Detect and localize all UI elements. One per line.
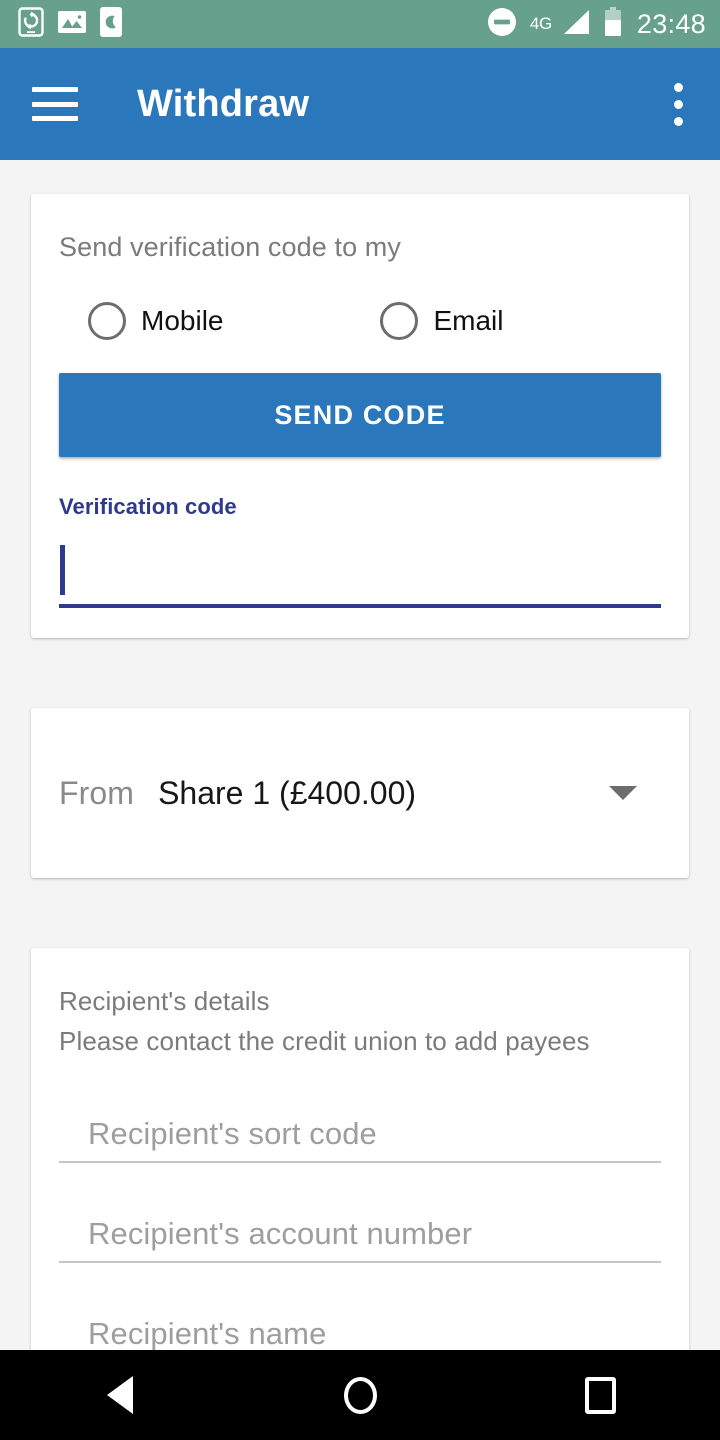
battery-icon — [604, 6, 622, 42]
verification-code-input[interactable] — [59, 536, 661, 608]
status-bar-left-icons — [18, 6, 122, 42]
status-bar-clock: 23:48 — [636, 8, 706, 39]
recipient-details-subtitle: Please contact the credit union to add p… — [59, 1026, 590, 1056]
verification-code-label: Verification code — [59, 494, 237, 519]
radio-label-email: Email — [433, 305, 504, 336]
recipient-account-number-field[interactable]: Recipient's account number — [59, 1216, 661, 1263]
more-vertical-icon[interactable] — [660, 80, 696, 128]
overflow-dot — [673, 116, 683, 126]
image-icon — [58, 10, 86, 39]
radio-label-mobile: Mobile — [141, 305, 224, 336]
send-code-button[interactable]: SEND CODE — [59, 373, 661, 457]
network-type-label: 4G — [529, 13, 552, 33]
radio-option-email[interactable]: Email — [380, 302, 504, 340]
back-triangle-icon — [107, 1376, 133, 1414]
recents-square-icon — [584, 1376, 616, 1414]
status-bar-right-icons: 4G 23:48 — [487, 6, 706, 42]
text-caret — [60, 545, 65, 595]
signal-bars-icon — [561, 8, 591, 41]
app-bar: Withdraw — [0, 48, 720, 160]
recipient-details-title: Recipient's details — [59, 986, 270, 1016]
home-circle-icon — [343, 1376, 377, 1414]
radio-circle-icon — [380, 302, 419, 340]
chevron-down-icon[interactable] — [609, 786, 637, 800]
recipient-account-number-placeholder: Recipient's account number — [88, 1216, 473, 1251]
verification-card: Send verification code to my Mobile Emai… — [31, 194, 689, 638]
recents-button[interactable] — [540, 1350, 660, 1440]
verification-code-field[interactable]: Verification code — [59, 494, 661, 608]
phone-sync-icon — [18, 6, 44, 42]
phone-moon-icon — [100, 6, 122, 42]
from-account-card[interactable]: From Share 1 (£400.00) — [31, 708, 689, 878]
from-label: From — [59, 774, 135, 811]
recipient-sort-code-placeholder: Recipient's sort code — [88, 1116, 377, 1151]
page-title: Withdraw — [137, 82, 310, 125]
verification-method-radio-group: Mobile Email — [59, 302, 661, 340]
recipient-details-card: Recipient's details Please contact the c… — [31, 948, 689, 1350]
android-navigation-bar — [0, 1350, 720, 1440]
hamburger-line — [32, 101, 78, 107]
recipient-name-placeholder: Recipient's name — [88, 1316, 327, 1350]
hamburger-line — [32, 116, 78, 121]
radio-circle-icon — [88, 302, 126, 340]
hamburger-line — [32, 87, 78, 92]
hamburger-menu-icon[interactable] — [32, 87, 78, 121]
do-not-disturb-icon — [487, 7, 517, 42]
verification-prompt: Send verification code to my — [59, 232, 401, 262]
overflow-dot — [673, 82, 683, 92]
from-account-value: Share 1 (£400.00) — [158, 774, 417, 811]
recipient-name-field[interactable]: Recipient's name — [59, 1316, 661, 1350]
scroll-content[interactable]: Send verification code to my Mobile Emai… — [0, 160, 720, 1350]
overflow-dot — [673, 99, 683, 109]
back-button[interactable] — [60, 1350, 180, 1440]
recipient-sort-code-field[interactable]: Recipient's sort code — [59, 1116, 661, 1163]
radio-option-mobile[interactable]: Mobile — [88, 302, 223, 340]
home-button[interactable] — [300, 1350, 420, 1440]
status-bar: 4G 23:48 — [0, 0, 720, 48]
